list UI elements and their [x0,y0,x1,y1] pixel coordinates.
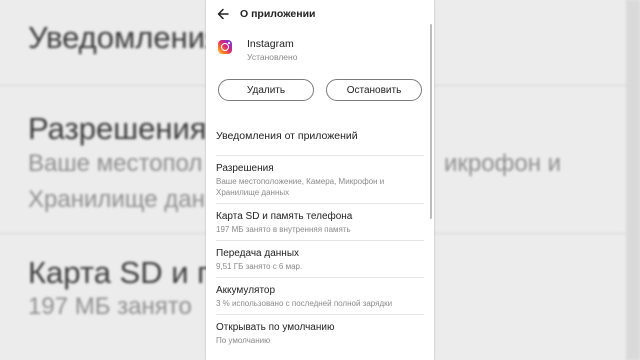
bg-permissions-sub-right: икрофон и [444,150,562,177]
list-item-data-usage[interactable]: Передача данных 9,51 ГБ занято с 6 мар. [216,241,424,278]
list-item-storage[interactable]: Карта SD и память телефона 197 МБ занято… [216,204,424,241]
phone-screen: О приложении Instagram Установлено Удали… [206,0,434,360]
item-subtitle: По умолчанию [216,336,271,345]
item-title: Открывать по умолчанию [216,322,335,333]
list-item-permissions[interactable]: Разрешения Ваше местоположение, Камера, … [216,156,424,204]
list-item-battery[interactable]: Аккумулятор 3 % использовано с последней… [216,278,424,315]
stop-button[interactable]: Остановить [326,79,422,101]
bg-storage-sub: Хранилище дан [28,186,205,213]
app-name: Instagram [247,38,294,50]
bg-card-title: Карта SD и п [28,255,214,290]
app-bar: О приложении [206,0,434,28]
scrollbar[interactable] [430,24,432,219]
item-subtitle: 197 МБ занято в внутренняя память [216,225,351,234]
action-buttons: Удалить Остановить [206,79,434,105]
bg-notifications-text: Уведомления [28,20,222,55]
item-subtitle: 9,51 ГБ занято с 6 мар. [216,262,303,271]
bg-permissions-text: Разрешения [28,111,207,146]
item-title: Передача данных [216,248,300,259]
bg-permissions-sub-left: Ваше местопол [28,150,203,177]
back-button[interactable] [214,5,232,23]
item-title: Аккумулятор [216,285,276,296]
item-title: Карта SD и память телефона [216,211,353,222]
uninstall-button[interactable]: Удалить [218,79,314,101]
item-subtitle: 3 % использовано с последней полной заря… [216,299,393,308]
app-info: Instagram Установлено [206,28,434,72]
arrow-left-icon [217,8,229,20]
item-title: Разрешения [216,163,274,174]
notifications-item[interactable]: Уведомления от приложений [216,109,424,156]
page-title: О приложении [240,8,316,20]
bg-edge [626,0,640,360]
list-item-open-by-default[interactable]: Открывать по умолчанию По умолчанию [216,315,424,351]
bg-card-sub: 197 МБ занято [28,293,192,320]
app-status: Установлено [247,52,298,62]
item-subtitle: Ваше местоположение, Камера, Микрофон и … [216,177,385,197]
instagram-icon [218,40,232,54]
